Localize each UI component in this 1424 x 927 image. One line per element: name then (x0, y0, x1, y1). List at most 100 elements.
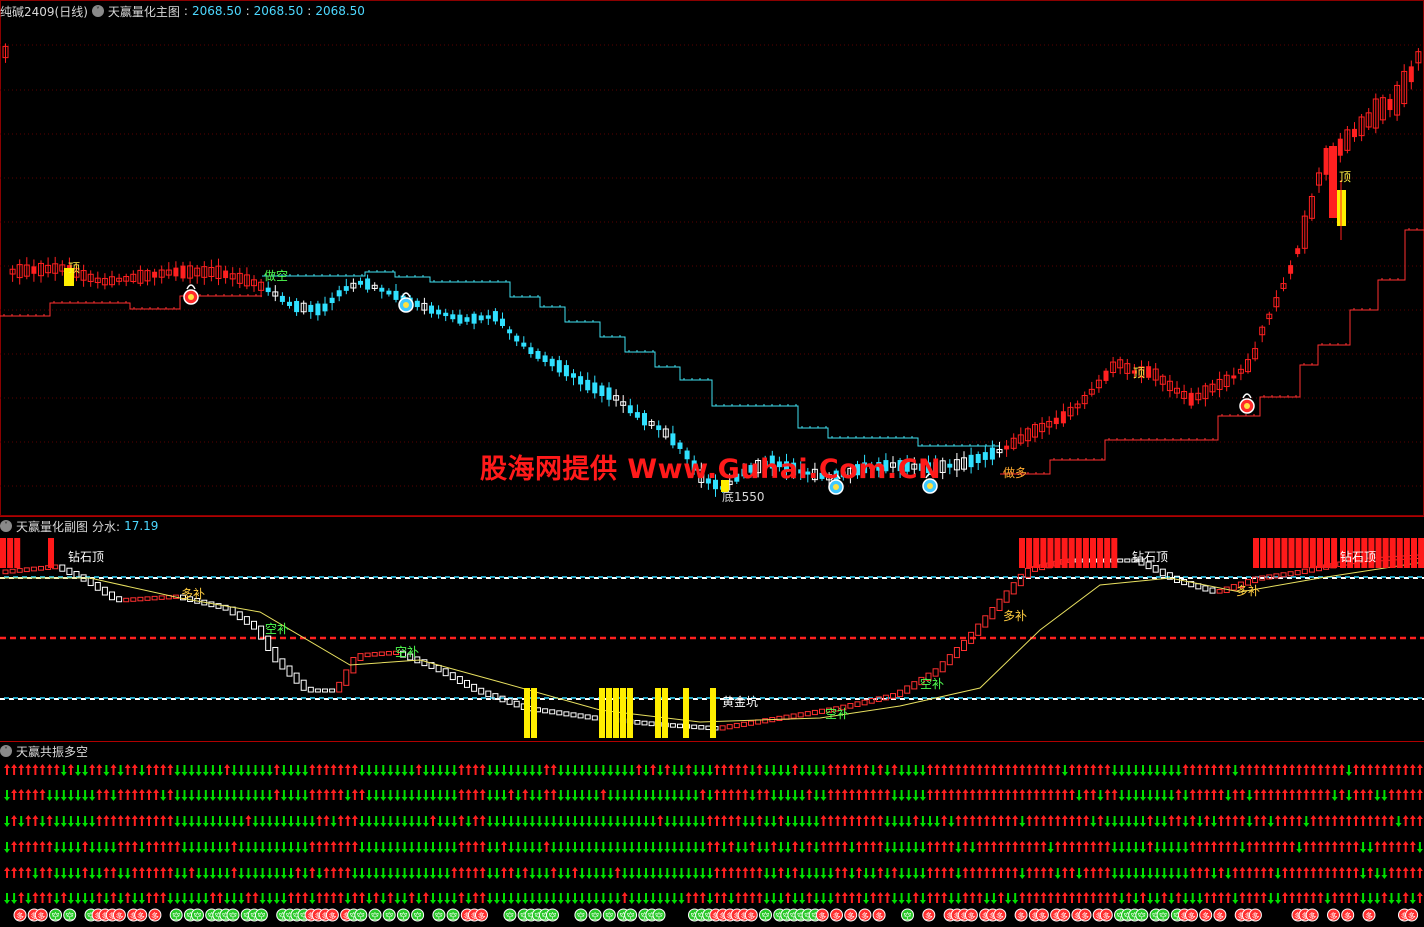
arrow-up-icon (1402, 789, 1409, 800)
arrow-up-icon (82, 867, 89, 878)
arrow-up-icon (721, 892, 728, 903)
arrow-up-icon (1367, 789, 1374, 800)
arrow-up-icon (209, 892, 216, 903)
resonance-badge-label: 多 (1308, 911, 1316, 921)
arrow-down-icon (401, 816, 408, 827)
arrow-up-icon (1353, 789, 1359, 800)
arrow-down-icon (245, 790, 252, 801)
arrow-up-icon (1310, 867, 1317, 878)
arrow-up-icon (11, 867, 18, 878)
arrow-down-icon (60, 765, 67, 776)
arrow-down-icon (1196, 816, 1203, 827)
arrow-up-icon (501, 867, 507, 878)
arrow-up-icon (742, 867, 749, 878)
arrow-down-icon (706, 868, 713, 879)
arrow-down-icon (174, 893, 181, 904)
arrow-down-icon (1125, 842, 1132, 853)
arrow-up-icon (501, 841, 507, 852)
arrow-up-icon (32, 841, 39, 852)
arrow-down-icon (536, 893, 543, 904)
arrow-down-icon (586, 842, 593, 853)
collapse-icon[interactable]: ˅ (0, 520, 12, 532)
arrow-down-icon (735, 842, 742, 853)
arrow-up-icon (1211, 789, 1217, 800)
candle (358, 280, 363, 285)
arrow-down-icon (295, 842, 302, 853)
sub-bar (130, 597, 137, 602)
arrow-up-icon (415, 764, 422, 775)
collapse-icon[interactable]: ˅ (0, 745, 12, 757)
arrow-down-icon (174, 765, 181, 776)
arrow-up-icon (1196, 764, 1203, 775)
arrow-down-icon (749, 765, 756, 776)
arrow-down-icon (366, 765, 373, 776)
arrow-down-icon (295, 790, 302, 801)
arrow-down-icon (359, 842, 365, 853)
arrow-up-icon (1381, 841, 1388, 852)
arrow-up-icon (962, 815, 969, 826)
sub-bar (819, 708, 825, 714)
arrow-up-icon (735, 892, 742, 903)
arrow-up-icon (231, 867, 238, 878)
arrow-down-icon (905, 816, 912, 827)
arrow-up-icon (856, 867, 862, 878)
arrow-up-icon (1402, 867, 1409, 878)
arrow-down-icon (1246, 790, 1253, 801)
arrow-up-icon (1054, 815, 1061, 826)
arrow-up-icon (941, 867, 948, 878)
arrow-up-icon (1289, 764, 1296, 775)
arrow-down-icon (408, 790, 415, 801)
arrow-down-icon (75, 893, 81, 904)
arrow-down-icon (621, 765, 628, 776)
arrow-down-icon (884, 765, 891, 776)
arrow-up-icon (1083, 867, 1090, 878)
arrow-up-icon (1203, 841, 1210, 852)
arrow-up-icon (96, 764, 103, 775)
arrow-up-icon (323, 764, 330, 775)
collapse-icon[interactable]: ˅ (91, 5, 104, 17)
arrow-down-icon (110, 842, 117, 853)
arrow-down-icon (67, 868, 74, 879)
arrow-down-icon (1161, 765, 1168, 776)
arrow-up-icon (1104, 841, 1111, 852)
arrow-up-icon (841, 764, 848, 775)
arrow-down-icon (359, 816, 365, 827)
arrow-up-icon (692, 892, 699, 903)
arrow-up-icon (458, 841, 465, 852)
candle (279, 295, 285, 302)
stop-line-red-right (1000, 229, 1424, 475)
arrow-down-icon (493, 765, 500, 776)
arrow-up-icon (749, 892, 756, 903)
arrow-down-icon (508, 893, 515, 904)
arrow-down-icon (110, 790, 117, 801)
arrow-up-icon (1409, 841, 1416, 852)
arrow-down-icon (60, 842, 67, 853)
resonance-badge-label: 多 (1365, 911, 1373, 921)
arrow-down-icon (366, 842, 373, 853)
arrow-down-icon (650, 816, 657, 827)
resonance-badge-label: 多 (1330, 911, 1338, 921)
arrow-down-icon (82, 790, 89, 801)
arrow-down-icon (394, 790, 401, 801)
arrow-down-icon (912, 765, 919, 776)
arrow-down-icon (344, 893, 351, 904)
arrow-up-icon (820, 815, 827, 826)
arrow-down-icon (678, 790, 685, 801)
sub-bar (1301, 568, 1308, 575)
arrow-down-icon (529, 842, 536, 853)
arrow-down-icon (777, 790, 784, 801)
arrow-up-icon (337, 789, 344, 800)
arrow-up-icon (1076, 841, 1083, 852)
arrow-down-icon (188, 790, 195, 801)
arrow-up-icon (60, 892, 67, 903)
arrow-down-icon (394, 816, 401, 827)
arrow-up-icon (543, 841, 550, 852)
sub-bar (946, 654, 953, 666)
arrow-up-icon (458, 815, 465, 826)
arrow-up-icon (1090, 892, 1097, 903)
arrow-down-icon (572, 893, 578, 904)
resonance-badge-label: 多 (967, 911, 975, 921)
sub-bar (677, 723, 683, 729)
arrow-down-icon (550, 816, 557, 827)
arrow-down-icon (486, 765, 493, 776)
